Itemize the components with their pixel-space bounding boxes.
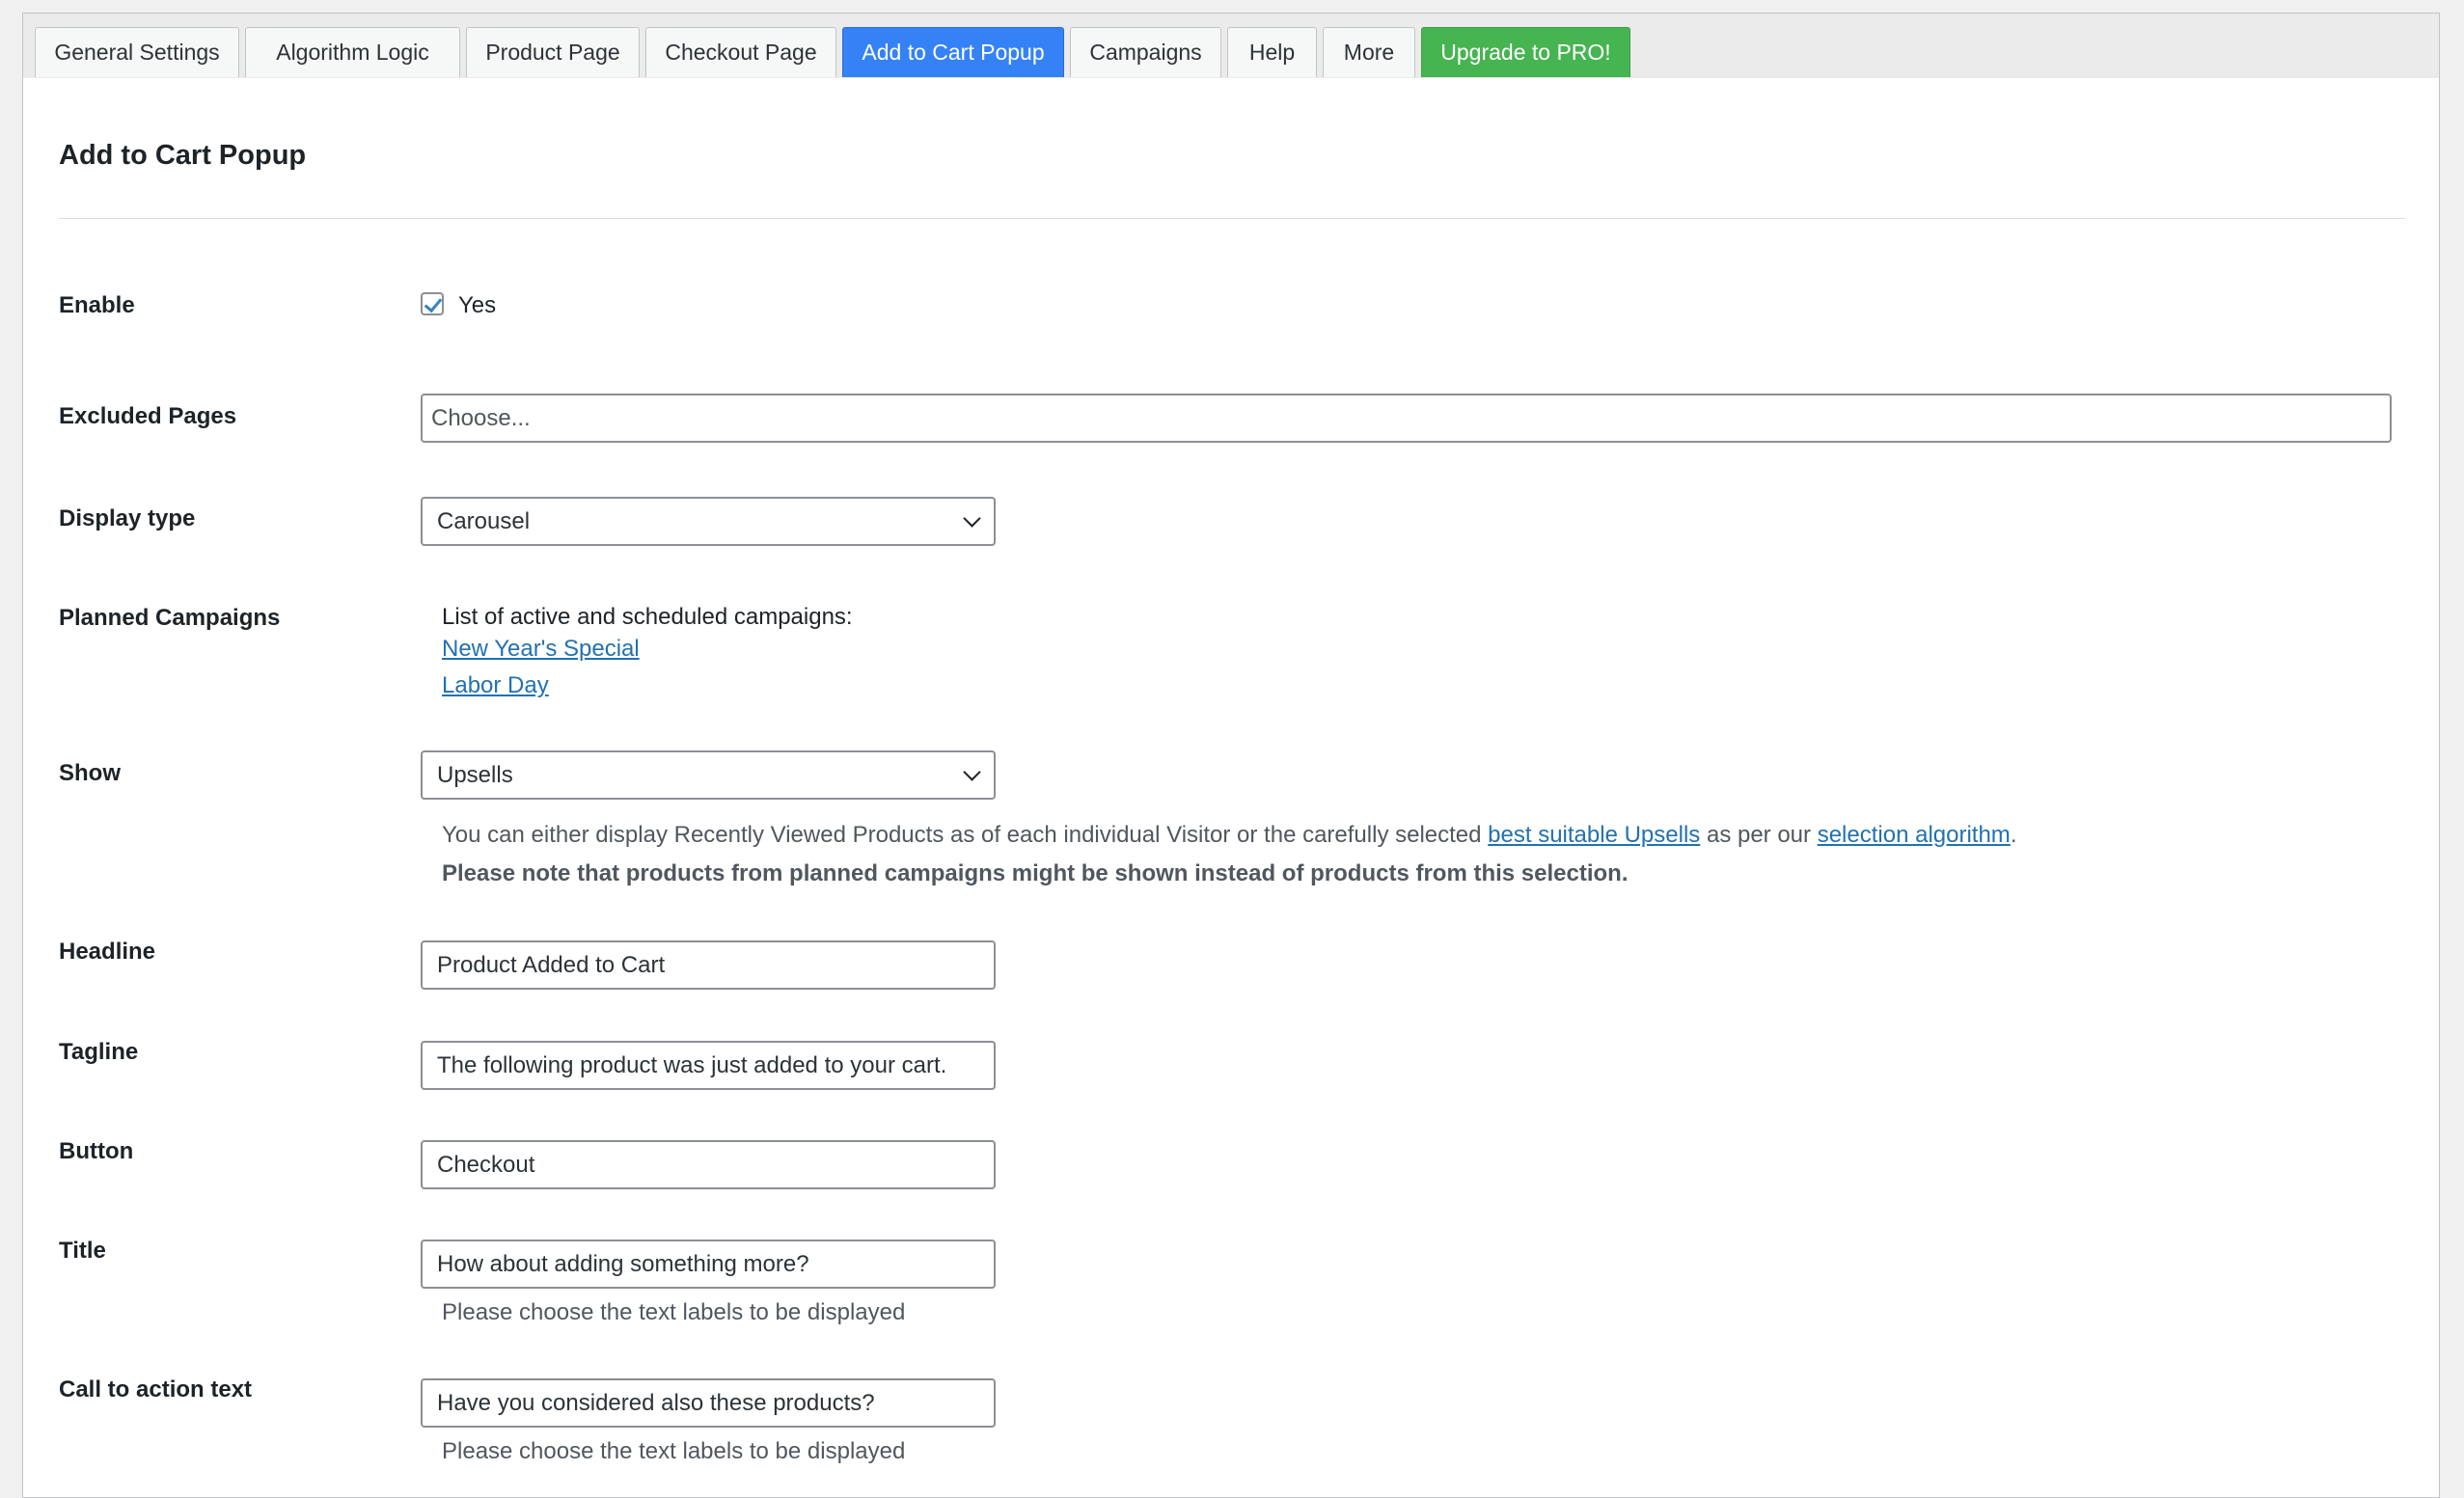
settings-panel: General Settings Algorithm Logic Product… [22,13,2440,1498]
planned-campaigns-intro: List of active and scheduled campaigns: [442,604,853,630]
enable-checkbox[interactable] [421,292,444,315]
tab-campaigns[interactable]: Campaigns [1070,27,1221,77]
planned-campaigns-label: Planned Campaigns [59,605,281,631]
tab-bar: General Settings Algorithm Logic Product… [23,14,2439,79]
settings-content: Add to Cart Popup Enable Yes Excluded Pa… [23,78,2439,1497]
title-divider [59,218,2405,219]
show-desc-middle: as per our [1700,822,1818,848]
tab-algorithm-logic[interactable]: Algorithm Logic [245,27,460,77]
tab-checkout-page[interactable]: Checkout Page [645,27,836,77]
display-type-label: Display type [59,505,196,531]
show-label: Show [59,760,121,786]
tab-help[interactable]: Help [1227,27,1317,77]
button-label: Button [59,1138,134,1164]
show-desc-prefix: You can either display Recently Viewed P… [442,822,1489,848]
tab-more[interactable]: More [1323,27,1415,77]
cta-input[interactable]: Have you considered also these products? [421,1378,996,1428]
headline-input[interactable]: Product Added to Cart [421,940,996,990]
show-note: Please note that products from planned c… [442,860,1629,886]
headline-label: Headline [59,939,156,965]
enable-label: Enable [59,292,135,318]
excluded-pages-input[interactable]: Choose... [421,394,2392,443]
campaign-link-labor-day[interactable]: Labor Day [442,674,549,697]
campaign-link-new-years-special[interactable]: New Year's Special [442,638,640,661]
best-suitable-upsells-link[interactable]: best suitable Upsells [1488,822,1700,848]
cta-help-text: Please choose the text labels to be disp… [442,1438,906,1464]
cta-label: Call to action text [59,1376,253,1403]
title-help-text: Please choose the text labels to be disp… [442,1299,906,1325]
title-label: Title [59,1238,106,1264]
tab-upgrade-pro[interactable]: Upgrade to PRO! [1421,27,1630,77]
tab-general-settings[interactable]: General Settings [35,27,239,77]
tab-add-to-cart-popup[interactable]: Add to Cart Popup [842,27,1064,77]
show-select[interactable]: Upsells [421,750,996,800]
tab-product-page[interactable]: Product Page [466,27,640,77]
selection-algorithm-link[interactable]: selection algorithm [1818,822,2011,848]
enable-checkbox-label[interactable]: Yes [458,294,496,317]
display-type-value: Carousel [437,508,531,534]
button-text-input[interactable]: Checkout [421,1140,996,1189]
show-desc-suffix: . [2010,822,2017,848]
display-type-select[interactable]: Carousel [421,497,996,546]
tagline-input[interactable]: The following product was just added to … [421,1041,996,1090]
tagline-label: Tagline [59,1039,139,1065]
title-input[interactable]: How about adding something more? [421,1239,996,1289]
show-value: Upsells [437,762,513,788]
excluded-pages-label: Excluded Pages [59,403,237,429]
page-title: Add to Cart Popup [59,140,307,171]
show-description: You can either display Recently Viewed P… [442,824,2016,847]
